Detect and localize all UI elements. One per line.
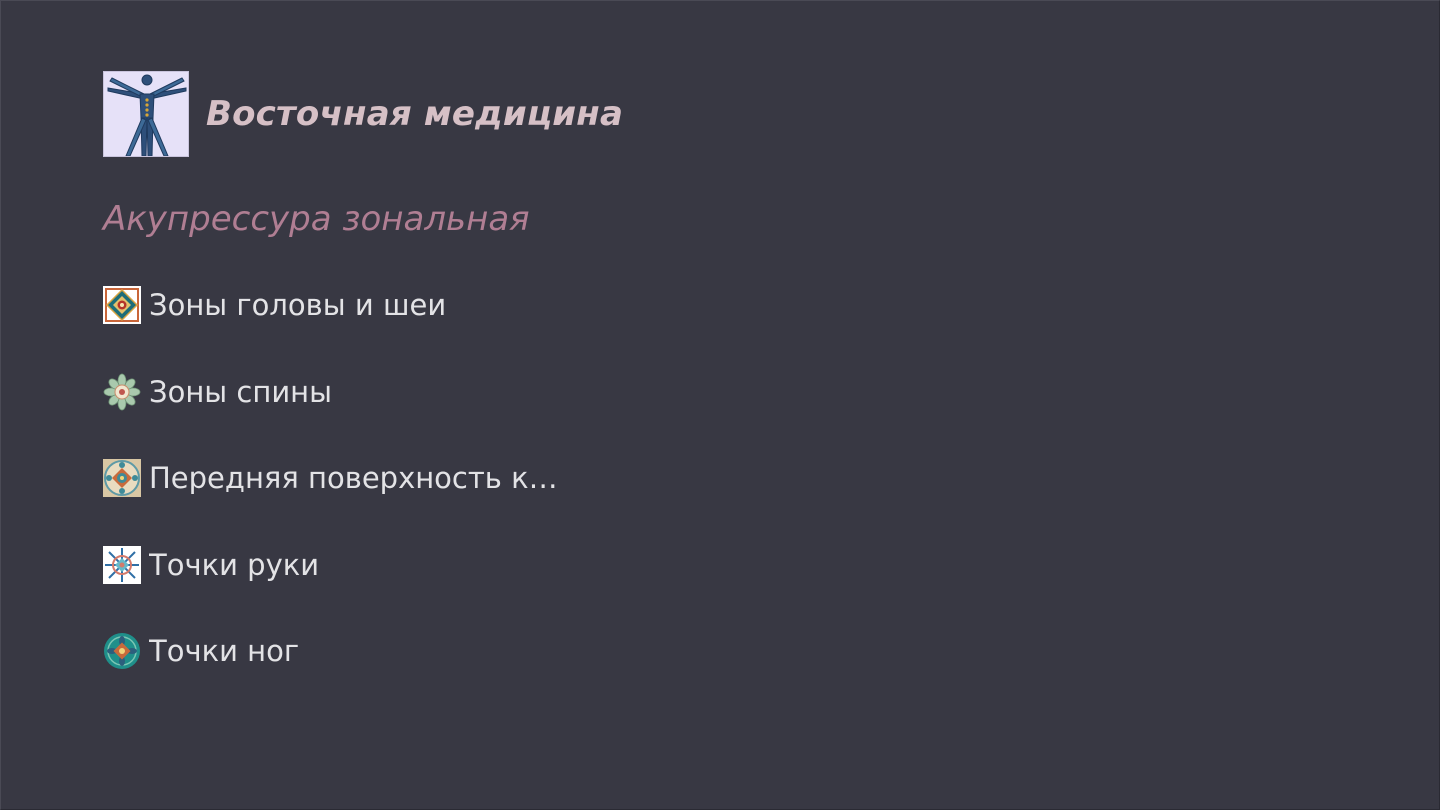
menu-item-label: Передняя поверхность кор... bbox=[149, 461, 569, 495]
app-title: Восточная медицина bbox=[206, 94, 624, 134]
menu-item-back[interactable]: Зоны спины bbox=[103, 370, 569, 414]
menu-item-label: Точки руки bbox=[149, 547, 320, 582]
menu-item-hand-points[interactable]: Точки руки bbox=[103, 543, 569, 587]
section-title: Акупрессура зональная bbox=[103, 199, 530, 239]
square-mandala-icon bbox=[103, 286, 141, 324]
app-window: Восточная медицина Акупрессура зональная… bbox=[0, 0, 1440, 810]
menu-item-front-torso[interactable]: Передняя поверхность кор... bbox=[103, 456, 569, 500]
lotus-mandala-icon bbox=[103, 373, 141, 411]
ornate-mandala-icon bbox=[103, 459, 141, 497]
menu-item-label: Зоны головы и шеи bbox=[149, 288, 447, 322]
menu-item-label: Зоны спины bbox=[149, 374, 333, 409]
menu-item-label: Точки ног bbox=[149, 634, 300, 668]
menu-item-head-neck[interactable]: Зоны головы и шеи bbox=[103, 283, 569, 327]
app-header: Восточная медицина bbox=[103, 70, 623, 158]
round-mandala-icon bbox=[103, 632, 141, 670]
menu-item-leg-points[interactable]: Точки ног bbox=[103, 629, 569, 673]
vitruvian-body-icon bbox=[103, 71, 189, 157]
snowflake-mandala-icon bbox=[103, 545, 141, 584]
zones-menu: Зоны головы и шеи Зоны спины Передняя по… bbox=[103, 283, 569, 716]
